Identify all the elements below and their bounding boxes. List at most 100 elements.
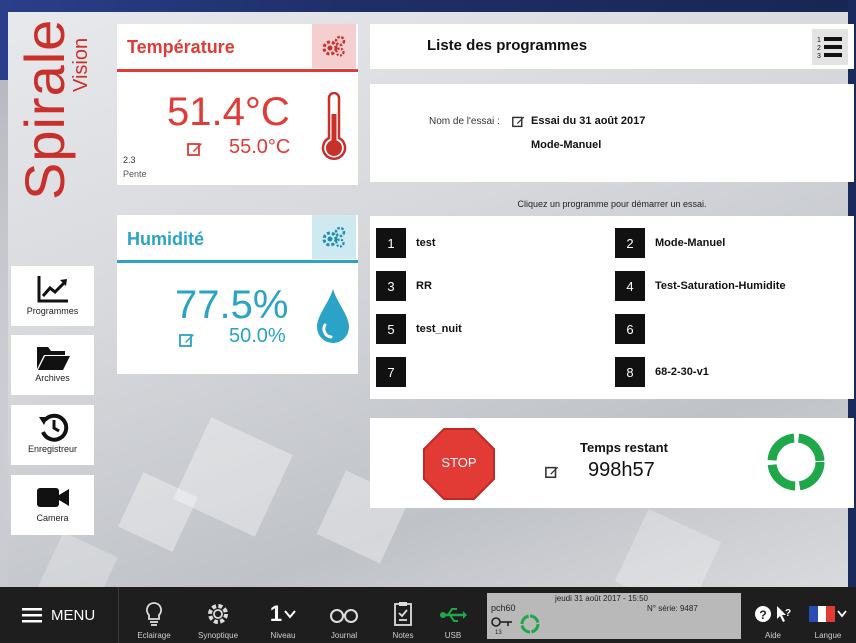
notes-icon <box>394 602 412 626</box>
flag-wrap <box>809 601 847 627</box>
humidity-setpoint[interactable]: 50.0% <box>229 325 286 348</box>
nav-label: Archives <box>35 373 70 383</box>
toolbar-niveau[interactable]: 1 Niveau <box>263 587 303 643</box>
programs-grid: 1 test 2 Mode-Manuel 3 RR 4 Test-Saturat… <box>370 216 854 399</box>
hamburger-icon <box>22 608 42 623</box>
program-name: Test-Saturation-Humidite <box>655 280 786 292</box>
temperature-title: Température <box>127 37 235 57</box>
program-item[interactable]: 7 <box>376 357 606 387</box>
svg-text:?: ? <box>785 608 791 619</box>
remaining-value: 998h57 <box>588 459 655 481</box>
programs-header-panel: Liste des programmes 1 2 3 <box>370 24 854 69</box>
programs-title: Liste des programmes <box>427 37 588 54</box>
toolbar-usb[interactable]: USB <box>436 587 470 643</box>
program-name: 68-2-30-v1 <box>655 366 709 378</box>
edit-icon[interactable] <box>179 332 195 348</box>
nav-archives[interactable]: Archives <box>11 335 94 395</box>
program-number: 8 <box>615 357 645 387</box>
toolbar-label: Aide <box>764 631 781 640</box>
level-glyph: 1 <box>269 601 283 626</box>
help-icon: ? <box>755 606 771 622</box>
test-name-value[interactable]: Essai du 31 août 2017 <box>531 115 645 127</box>
menu-button[interactable]: MENU <box>0 587 118 643</box>
status-host: pch60 <box>491 603 516 613</box>
numbered-list-icon: 1 2 3 <box>817 37 842 59</box>
program-number: 6 <box>615 314 645 344</box>
chevron-down-icon <box>837 610 847 618</box>
slope-label: Pente <box>123 169 147 179</box>
glasses-icon <box>330 609 358 623</box>
stop-button[interactable]: STOP <box>422 427 496 501</box>
program-item[interactable]: 1 test <box>376 228 606 258</box>
water-drop-icon <box>317 289 349 343</box>
bulb-icon <box>146 602 162 626</box>
app-frame: Spirale Vision Température 51.4°C 55.0°C… <box>0 0 856 643</box>
svg-text:?: ? <box>759 608 766 622</box>
help-icons: ? ? <box>754 601 792 627</box>
program-name: test <box>416 237 436 249</box>
humidity-title: Humidité <box>127 229 205 249</box>
france-flag-icon <box>809 606 835 622</box>
toolbar-langue[interactable]: Langue <box>805 587 851 643</box>
svg-text:1: 1 <box>817 37 821 44</box>
program-number: 3 <box>376 271 406 301</box>
toolbar-journal[interactable]: Journal <box>322 587 366 643</box>
cursor-help-icon: ? <box>777 606 791 622</box>
program-number: 2 <box>615 228 645 258</box>
temperature-settings-button[interactable] <box>312 24 356 68</box>
status-key-count: 13 <box>495 630 502 636</box>
toolbar-notes[interactable]: Notes <box>383 587 423 643</box>
progress-ring-icon <box>767 433 825 491</box>
program-item[interactable]: 2 Mode-Manuel <box>615 228 845 258</box>
program-item[interactable]: 6 <box>615 314 845 344</box>
brand-logo: Spirale <box>13 18 76 200</box>
status-panel: jeudi 31 août 2017 - 15:50 pch60 N° séri… <box>487 593 741 639</box>
nav-programmes[interactable]: Programmes <box>11 266 94 326</box>
remaining-label: Temps restant <box>580 440 668 455</box>
nav-enregistreur[interactable]: Enregistreur <box>11 405 94 465</box>
stop-label: STOP <box>441 455 477 470</box>
program-item[interactable]: 3 RR <box>376 271 606 301</box>
edit-icon[interactable] <box>512 115 525 128</box>
test-name-label: Nom de l'essai : <box>429 116 500 127</box>
edit-icon[interactable] <box>545 465 559 479</box>
svg-text:2: 2 <box>817 45 821 52</box>
program-item[interactable]: 8 68-2-30-v1 <box>615 357 845 387</box>
humidity-value: 77.5% <box>175 283 289 327</box>
status-datetime: jeudi 31 août 2017 - 15:50 <box>555 594 648 603</box>
bottom-toolbar: MENU Eclairage Synoptique 1 Niveau Journ… <box>0 587 856 643</box>
program-number: 4 <box>615 271 645 301</box>
nav-camera[interactable]: Camera <box>11 475 94 535</box>
svg-text:3: 3 <box>817 53 821 59</box>
programs-hint: Cliquez un programme pour démarrer un es… <box>517 199 707 209</box>
edit-icon[interactable] <box>187 141 203 157</box>
program-item[interactable]: 5 test_nuit <box>376 314 606 344</box>
humidity-panel: Humidité 77.5% 50.0% <box>117 215 358 374</box>
toolbar-aide[interactable]: ? ? Aide <box>752 587 794 643</box>
menu-label: MENU <box>51 606 96 624</box>
toolbar-label: Langue <box>814 631 842 640</box>
humidity-settings-button[interactable] <box>312 215 356 259</box>
thermometer-icon <box>321 92 347 161</box>
nav-label: Enregistreur <box>27 444 78 454</box>
temperature-value: 51.4°C <box>167 90 290 134</box>
toolbar-label: USB <box>444 631 462 640</box>
key-icon <box>491 617 512 627</box>
program-name: RR <box>416 280 432 292</box>
toolbar-label: Journal <box>330 631 358 640</box>
toolbar-eclairage[interactable]: Eclairage <box>133 587 175 643</box>
toolbar-label: Notes <box>392 631 414 640</box>
chart-icon <box>37 276 68 303</box>
temperature-setpoint[interactable]: 55.0°C <box>229 136 290 159</box>
program-number: 7 <box>376 357 406 387</box>
nav-label: Programmes <box>26 306 79 316</box>
program-list-button[interactable]: 1 2 3 <box>812 29 848 65</box>
status-ring-icon <box>520 614 540 634</box>
toolbar-synoptique[interactable]: Synoptique <box>190 587 246 643</box>
test-mode: Mode-Manuel <box>531 139 602 151</box>
gears-icon <box>322 35 346 57</box>
toolbar-label: Synoptique <box>197 631 239 640</box>
program-name: Mode-Manuel <box>655 237 726 249</box>
slope-value: 2.3 <box>123 155 136 165</box>
program-item[interactable]: 4 Test-Saturation-Humidite <box>615 271 845 301</box>
